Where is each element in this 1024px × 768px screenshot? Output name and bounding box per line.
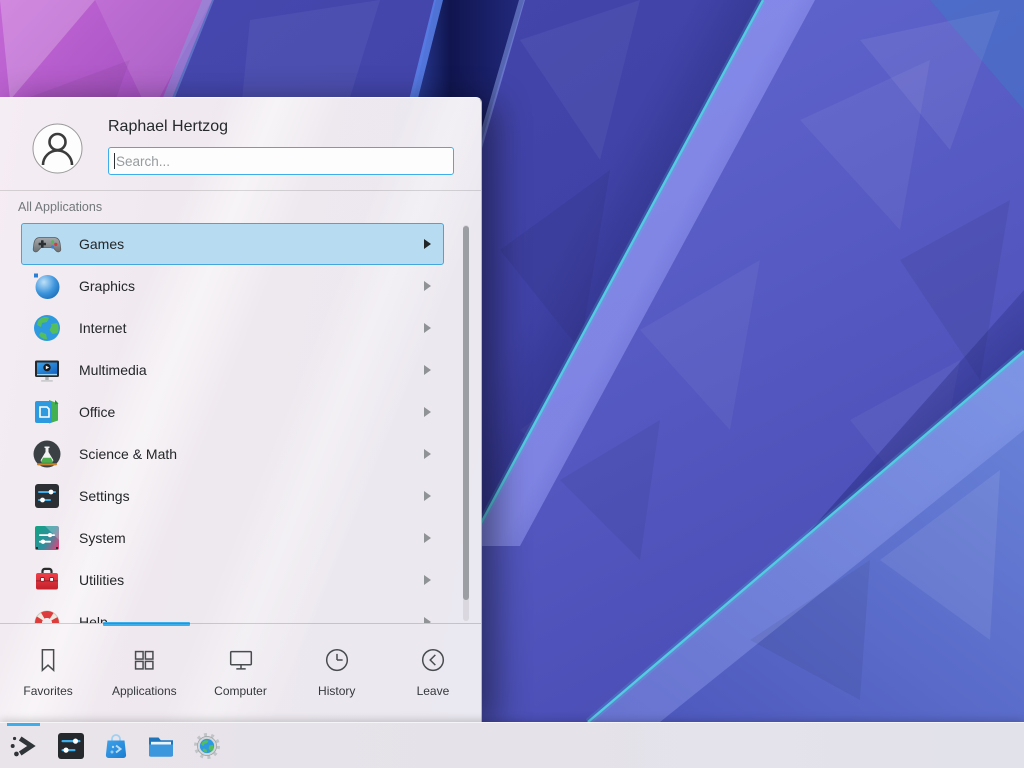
dolphin-folder-icon [145, 730, 177, 762]
favorites-bookmark-icon [33, 645, 63, 675]
avatar[interactable] [32, 123, 83, 174]
category-graphics[interactable]: Graphics [21, 265, 444, 307]
submenu-arrow-icon [423, 239, 431, 249]
category-label: Office [79, 404, 115, 420]
office-icon [31, 396, 63, 428]
search-input[interactable] [108, 147, 454, 175]
graphics-icon [31, 270, 63, 302]
tab-history[interactable]: History [289, 624, 385, 723]
settings-sliders-icon [31, 480, 63, 512]
desktop: Raphael Hertzog All Applications [0, 0, 1024, 768]
user-name: Raphael Hertzog [108, 118, 228, 136]
system-settings-button[interactable] [54, 729, 88, 763]
category-multimedia[interactable]: Multimedia [21, 349, 444, 391]
category-utilities[interactable]: Utilities [21, 559, 444, 601]
category-internet[interactable]: Internet [21, 307, 444, 349]
discover-bag-icon [100, 730, 132, 762]
games-icon [31, 228, 63, 260]
history-clock-icon [322, 645, 352, 675]
system-settings-icon [55, 730, 87, 762]
launcher-active-indicator [7, 723, 40, 726]
search-field[interactable] [115, 154, 426, 169]
discover-button[interactable] [99, 729, 133, 763]
konqueror-globe-gear-icon [192, 731, 222, 761]
application-launcher-button[interactable] [6, 729, 40, 763]
category-label: Games [79, 236, 124, 252]
submenu-arrow-icon [423, 365, 431, 375]
category-label: Science & Math [79, 446, 177, 462]
scrollbar-thumb[interactable] [463, 226, 469, 600]
category-list: Games Graphics [0, 223, 481, 623]
category-label: Internet [79, 320, 126, 336]
submenu-arrow-icon [423, 449, 431, 459]
kickoff-tabbar: Favorites Applications Computer [0, 623, 481, 723]
category-science-math[interactable]: Science & Math [21, 433, 444, 475]
applications-grid-icon [129, 645, 159, 675]
category-label: Settings [79, 488, 130, 504]
category-system[interactable]: System [21, 517, 444, 559]
submenu-arrow-icon [423, 533, 431, 543]
tab-label: Leave [417, 684, 450, 698]
file-manager-button[interactable] [144, 729, 178, 763]
kickoff-menu: Raphael Hertzog All Applications [0, 97, 482, 723]
tab-label: Favorites [23, 684, 72, 698]
section-label: All Applications [18, 200, 102, 214]
header-divider [0, 190, 481, 191]
tab-label: Applications [112, 684, 177, 698]
help-lifebuoy-icon [31, 606, 63, 623]
internet-globe-icon [31, 312, 63, 344]
category-label: Graphics [79, 278, 135, 294]
tab-leave[interactable]: Leave [385, 624, 481, 723]
scrollbar[interactable] [463, 225, 469, 621]
category-label: Utilities [79, 572, 124, 588]
category-settings[interactable]: Settings [21, 475, 444, 517]
submenu-arrow-icon [423, 491, 431, 501]
submenu-arrow-icon [423, 323, 431, 333]
science-flask-icon [31, 438, 63, 470]
tab-applications[interactable]: Applications [96, 624, 192, 723]
tab-favorites[interactable]: Favorites [0, 624, 96, 723]
multimedia-icon [31, 354, 63, 386]
category-office[interactable]: Office [21, 391, 444, 433]
utilities-toolbox-icon [31, 564, 63, 596]
kde-kickoff-icon [8, 731, 38, 761]
submenu-arrow-icon [423, 407, 431, 417]
submenu-arrow-icon [423, 575, 431, 585]
web-browser-button[interactable] [190, 729, 224, 763]
submenu-arrow-icon [423, 281, 431, 291]
tab-computer[interactable]: Computer [192, 624, 288, 723]
taskbar: ES 7:03 PM 4/24/21 [0, 722, 1024, 768]
tab-label: History [318, 684, 355, 698]
system-icon [31, 522, 63, 554]
category-help[interactable]: Help [21, 601, 444, 623]
category-label: Multimedia [79, 362, 147, 378]
leave-icon [418, 645, 448, 675]
category-label: System [79, 530, 126, 546]
category-games[interactable]: Games [21, 223, 444, 265]
computer-monitor-icon [226, 645, 256, 675]
tab-label: Computer [214, 684, 267, 698]
